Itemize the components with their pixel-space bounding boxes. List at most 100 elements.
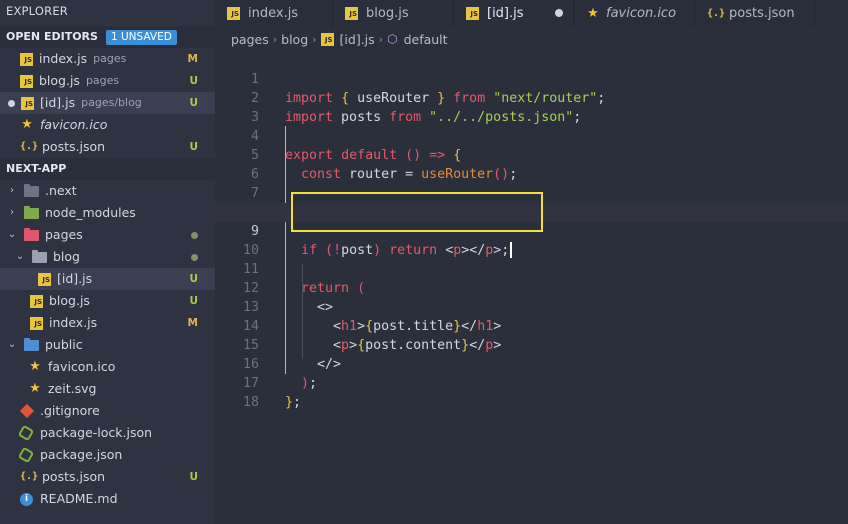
code-line: 11 return (	[215, 241, 848, 296]
chevron-right-icon: ›	[312, 32, 317, 46]
tab-label: [id].js	[487, 6, 524, 21]
git-status-untracked: U	[189, 97, 198, 109]
package-icon	[17, 424, 35, 442]
unsaved-badge: 1 UNSAVED	[105, 29, 177, 45]
tree-item-zeit-svg[interactable]: ★ zeit.svg	[0, 378, 215, 400]
open-editor-item-id-js[interactable]: JS [id].js pages/blog U	[0, 92, 215, 114]
tab-index-js[interactable]: JS index.js	[215, 0, 333, 27]
json-icon: {.}	[20, 141, 39, 152]
tab-label: posts.json	[729, 6, 795, 21]
js-icon: JS	[21, 96, 34, 110]
modified-dot-icon	[191, 254, 198, 261]
tree-item-node-modules[interactable]: › node_modules	[0, 202, 215, 224]
tree-item-readme[interactable]: i README.md	[0, 488, 215, 510]
tree-item-pages[interactable]: ⌄ pages	[0, 224, 215, 246]
tree-item-gitignore[interactable]: .gitignore	[0, 400, 215, 422]
highlight-box	[291, 192, 543, 232]
js-icon: JS	[30, 316, 43, 330]
code-line: 18	[215, 374, 848, 410]
tree-item-index-js[interactable]: JS index.js M	[0, 312, 215, 334]
package-icon	[17, 446, 35, 464]
tab-favicon[interactable]: ★ favicon.ico	[574, 0, 695, 27]
file-name: blog.js	[39, 73, 80, 88]
code-line: 17 };	[215, 355, 848, 410]
tab-id-js[interactable]: JS [id].js	[454, 0, 574, 27]
code-line: 12 <>	[215, 260, 848, 315]
folder-name: pages	[45, 227, 83, 242]
explorer-title: EXPLORER	[6, 4, 68, 18]
tree-item-blog-js[interactable]: JS blog.js U	[0, 290, 215, 312]
tree-item-blog[interactable]: ⌄ blog	[0, 246, 215, 268]
git-status-modified: M	[187, 317, 198, 329]
star-icon: ★	[21, 117, 33, 132]
folder-icon	[24, 337, 39, 351]
chevron-down-icon: ⌄	[7, 229, 17, 240]
file-name: index.js	[49, 315, 98, 330]
project-heading: NEXT-APP	[6, 162, 67, 175]
line-code: };	[285, 395, 302, 410]
open-editors-header[interactable]: OPEN EDITORS 1 UNSAVED	[0, 26, 215, 48]
star-icon: ★	[29, 359, 41, 374]
tree-item-favicon[interactable]: ★ favicon.ico	[0, 356, 215, 378]
git-status-untracked: U	[189, 273, 198, 285]
tree-item-package-json[interactable]: package.json	[0, 444, 215, 466]
unsaved-dot-icon[interactable]	[555, 9, 563, 17]
tab-posts-json[interactable]: {.} posts.json	[695, 0, 815, 27]
line-number: 18	[242, 395, 259, 410]
folder-name: .next	[45, 183, 77, 198]
open-editor-item-blog-js[interactable]: JS blog.js pages U	[0, 70, 215, 92]
unsaved-dot-icon[interactable]	[8, 99, 15, 107]
file-name: [id].js	[57, 271, 93, 286]
breadcrumb-item[interactable]: [id].js	[340, 32, 375, 47]
folder-name: public	[45, 337, 83, 352]
git-icon	[19, 403, 35, 419]
code-line: 16 );	[215, 336, 848, 391]
folder-open-icon	[32, 249, 47, 263]
file-name: [id].js	[40, 95, 76, 110]
file-name: favicon.ico	[40, 117, 108, 132]
json-icon: {.}	[707, 8, 726, 19]
file-name: README.md	[40, 491, 118, 506]
json-icon: {.}	[20, 471, 39, 482]
open-editors-heading: OPEN EDITORS	[6, 30, 98, 43]
folder-icon	[24, 183, 39, 197]
tree-item-package-lock[interactable]: package-lock.json	[0, 422, 215, 444]
code-editor[interactable]: 1 import { useRouter } from "next/router…	[215, 51, 848, 524]
git-status-untracked: U	[189, 75, 198, 87]
code-line: 6	[215, 146, 848, 182]
code-line: 5 const router = useRouter();	[215, 127, 848, 182]
open-editor-item-posts-json[interactable]: {.} posts.json U	[0, 136, 215, 158]
file-name: posts.json	[42, 139, 106, 154]
open-editor-item-favicon[interactable]: ★ favicon.ico	[0, 114, 215, 136]
git-status-untracked: U	[189, 295, 198, 307]
tree-item-next[interactable]: › .next	[0, 180, 215, 202]
tree-item-id-js[interactable]: JS [id].js U	[0, 268, 215, 290]
chevron-down-icon: ⌄	[15, 251, 25, 262]
breadcrumb: pages › blog › JS [id].js › ⬡ default	[215, 27, 848, 51]
code-line: 3	[215, 89, 848, 125]
breadcrumb-item[interactable]: pages	[231, 32, 269, 47]
file-path: pages/blog	[81, 96, 142, 109]
tree-item-posts-json[interactable]: {.} posts.json U	[0, 466, 215, 488]
folder-icon	[24, 205, 39, 219]
folder-name: blog	[53, 249, 80, 264]
code-line: 2 import posts from "../../posts.json";	[215, 70, 848, 125]
tab-label: favicon.ico	[606, 6, 677, 21]
code-line: 13 <h1>{post.title}</h1>	[215, 279, 848, 334]
js-icon: JS	[20, 74, 33, 88]
tab-blog-js[interactable]: JS blog.js	[333, 0, 454, 27]
chevron-right-icon: ›	[378, 32, 384, 46]
breadcrumb-item[interactable]: blog	[281, 32, 308, 47]
file-name: .gitignore	[40, 403, 100, 418]
open-editor-item-index-js[interactable]: JS index.js pages M	[0, 48, 215, 70]
explorer-sidebar: EXPLORER OPEN EDITORS 1 UNSAVED JS index…	[0, 0, 215, 524]
breadcrumb-item[interactable]: default	[404, 32, 448, 47]
js-icon: JS	[38, 272, 51, 286]
project-header[interactable]: NEXT-APP	[0, 158, 215, 180]
file-name: blog.js	[49, 293, 90, 308]
tree-item-public[interactable]: ⌄ public	[0, 334, 215, 356]
chevron-right-icon: ›	[272, 32, 278, 46]
js-icon: JS	[30, 294, 43, 308]
file-path: pages	[85, 74, 120, 87]
file-name: posts.json	[42, 469, 106, 484]
